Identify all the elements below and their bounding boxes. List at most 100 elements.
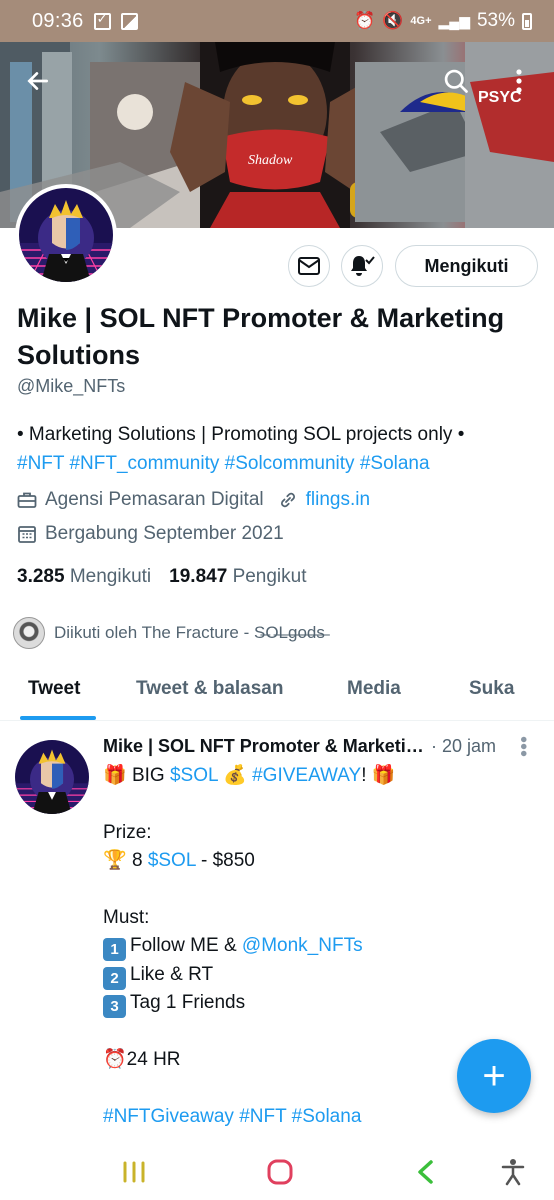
profile-name: Mike | SOL NFT Promoter & Marketing Solu…	[17, 303, 505, 370]
link-icon	[280, 492, 295, 508]
message-button[interactable]	[288, 245, 330, 287]
follow-counts: 3.285 Mengikuti 19.847 Pengikut	[17, 566, 307, 588]
keycap-two-icon: 2	[103, 966, 126, 990]
tweet-text-span: 24 HR	[126, 1048, 181, 1070]
tweet-line: Must:	[103, 906, 150, 928]
alarm-clock-icon: ⏰	[103, 1048, 127, 1070]
hashtag-link[interactable]: #NFT_community	[69, 453, 219, 474]
more-options-button[interactable]	[500, 62, 538, 100]
tweet-text-span: Follow ME &	[130, 935, 237, 957]
profile-tabs: Tweet Tweet & balasan Media Suka	[0, 664, 554, 721]
back-button[interactable]	[19, 62, 57, 100]
notification-image-icon	[120, 12, 138, 30]
accessibility-icon	[501, 1159, 525, 1186]
tweet-more-icon[interactable]: •••	[512, 736, 534, 757]
profile-bio: • Marketing Solutions | Promoting SOL pr…	[17, 420, 542, 478]
following-button[interactable]: Mengikuti	[395, 245, 538, 287]
plus-icon: +	[482, 1053, 506, 1098]
followers-label: Pengikut	[232, 566, 307, 587]
notification-check-icon	[93, 11, 111, 30]
bio-text: • Marketing Solutions | Promoting SOL pr…	[17, 424, 465, 445]
following-count-link[interactable]: 3.285 Mengikuti	[17, 566, 151, 588]
home-icon	[267, 1159, 293, 1185]
tab-tweet-replies[interactable]: Tweet & balasan	[136, 678, 283, 700]
tweet-line: 🎁 BIG $SOL 💰 #GIVEAWAY! 🎁	[103, 762, 533, 790]
svg-text:Shadow: Shadow	[248, 153, 293, 168]
tab-likes[interactable]: Suka	[469, 678, 514, 700]
following-label: Mengikuti	[69, 566, 152, 587]
recent-apps-button[interactable]	[116, 1154, 152, 1190]
signal-icon: ▂▄▆	[438, 12, 470, 29]
compose-tweet-button[interactable]: +	[457, 1039, 531, 1113]
tweet-line: 2 Like & RT	[103, 961, 533, 990]
system-back-button[interactable]	[407, 1154, 443, 1190]
tweet-line: #NFTGiveaway #NFT #Solana	[103, 1103, 533, 1131]
hashtag-link[interactable]: #NFTGiveaway	[103, 1106, 234, 1127]
accessibility-button[interactable]	[495, 1154, 531, 1190]
followers-count: 19.847	[169, 566, 228, 587]
following-count: 3.285	[17, 566, 65, 587]
profile-website-link[interactable]: flings.in	[306, 489, 370, 511]
hashtag-link[interactable]: #Solana	[360, 453, 430, 474]
status-time: 09:36	[32, 9, 84, 32]
profile-meta-joined: Bergabung September 2021	[17, 523, 284, 545]
profile-handle: @Mike_NFTs	[17, 376, 126, 396]
hashtag-link[interactable]: #NFT	[239, 1106, 286, 1127]
search-button[interactable]	[437, 62, 475, 100]
followed-by-row[interactable]: Diikuti oleh The Fracture - S̶O̶L̶g̶o̶d̶…	[13, 617, 325, 649]
battery-icon	[522, 12, 532, 30]
system-navigation-bar	[0, 1142, 554, 1200]
cashtag-link[interactable]: $SOL	[148, 850, 196, 871]
hashtag-link[interactable]: #GIVEAWAY	[252, 765, 361, 786]
hashtag-link[interactable]: #NFT	[17, 453, 64, 474]
notifications-button[interactable]	[341, 245, 383, 287]
tweet-text-span: !	[361, 765, 367, 786]
alarm-icon: ⏰	[354, 11, 376, 30]
mute-icon: 🔇	[382, 11, 404, 30]
profile-category: Agensi Pemasaran Digital	[45, 489, 264, 510]
search-icon	[444, 69, 468, 93]
tweet-text-span: BIG	[131, 765, 165, 786]
tweet-line: 3 Tag 1 Friends	[103, 989, 533, 1019]
tweet-text-span: 8	[131, 850, 143, 872]
tweet-author-name[interactable]: Mike | SOL NFT Promoter & Marketing Solu…	[103, 736, 425, 757]
followers-count-link[interactable]: 19.847 Pengikut	[169, 566, 306, 588]
profile-avatar[interactable]	[15, 184, 117, 286]
more-vertical-icon	[516, 69, 522, 93]
tab-tweet[interactable]: Tweet	[28, 678, 80, 700]
trophy-icon: 🏆	[103, 850, 127, 872]
chevron-left-icon	[418, 1160, 433, 1184]
profile-joined-date: Bergabung September 2021	[45, 523, 284, 544]
tweet-text-span: Like & RT	[130, 963, 214, 985]
profile-meta-category: Agensi Pemasaran Digital flings.in	[17, 489, 370, 511]
active-tab-indicator	[20, 716, 96, 720]
cashtag-link[interactable]: $SOL	[170, 765, 218, 786]
followed-by-text: Diikuti oleh The Fracture - S̶O̶L̶g̶o̶d̶…	[54, 623, 325, 642]
status-bar: 09:36 ⏰ 🔇 4G+ ▂▄▆ 53%	[0, 0, 554, 42]
tweet-text-span: - $850	[200, 850, 255, 872]
tweet-header: Mike | SOL NFT Promoter & Marketing Solu…	[103, 736, 523, 757]
keycap-one-icon: 1	[103, 938, 126, 962]
hashtag-link[interactable]: #Solana	[292, 1106, 362, 1127]
home-button[interactable]	[262, 1154, 298, 1190]
hashtag-link[interactable]: #Solcommunity	[225, 453, 355, 474]
network-type: 4G+	[410, 15, 432, 27]
gift-icon: 🎁	[371, 765, 396, 786]
battery-percent: 53%	[476, 10, 515, 31]
calendar-icon	[18, 526, 36, 543]
tweet-text-span: Tag 1 Friends	[130, 992, 246, 1014]
briefcase-icon	[17, 492, 37, 508]
mention-link[interactable]: @Monk_NFTs	[242, 935, 363, 956]
tweet-timestamp[interactable]: · 20 jam	[431, 736, 496, 757]
money-bag-icon: 💰	[223, 765, 247, 786]
bell-check-icon	[351, 256, 375, 276]
gift-icon: 🎁	[103, 765, 127, 786]
tweet-author-avatar[interactable]	[15, 740, 89, 814]
avatar-image	[15, 740, 89, 814]
avatar-image	[19, 188, 113, 282]
keycap-three-icon: 3	[103, 995, 126, 1019]
tab-media[interactable]: Media	[347, 678, 401, 700]
follower-avatar	[13, 617, 45, 649]
